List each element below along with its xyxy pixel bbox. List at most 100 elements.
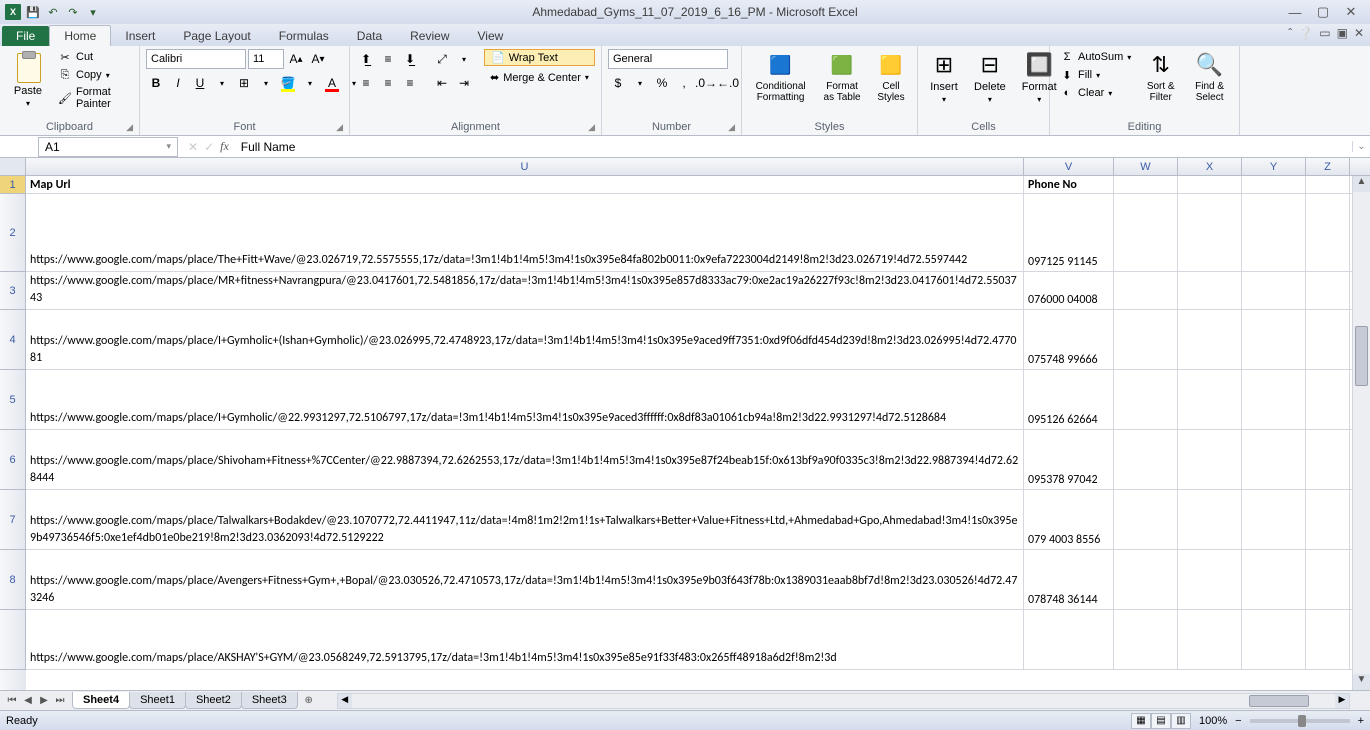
last-sheet-icon[interactable]: ⏭	[52, 693, 68, 709]
cancel-formula-icon[interactable]: ✕	[188, 140, 198, 154]
cell-Z1[interactable]	[1306, 176, 1350, 193]
fill-color-dropdown-icon[interactable]: ▾	[300, 73, 320, 93]
shrink-font-icon[interactable]: A▾	[308, 49, 328, 69]
horizontal-scrollbar[interactable]: ◀ ▶	[337, 693, 1350, 709]
cell-X4[interactable]	[1178, 310, 1242, 369]
cell-U[interactable]: https://www.google.com/maps/place/AKSHAY…	[26, 610, 1024, 669]
sheet-tab-sheet4[interactable]: Sheet4	[72, 692, 130, 709]
cell-V3[interactable]: 076000 04008	[1024, 272, 1114, 309]
cell-X7[interactable]	[1178, 490, 1242, 549]
cell-X2[interactable]	[1178, 194, 1242, 271]
cell-U2[interactable]: https://www.google.com/maps/place/The+Fi…	[26, 194, 1024, 271]
font-color-button[interactable]: A	[322, 73, 342, 93]
row-header-5[interactable]: 5	[0, 370, 26, 430]
currency-icon[interactable]: $	[608, 73, 628, 93]
tab-view[interactable]: View	[464, 26, 518, 46]
row-header-4[interactable]: 4	[0, 310, 26, 370]
merge-center-button[interactable]: ⬌Merge & Center ▾	[484, 70, 595, 85]
first-sheet-icon[interactable]: ⏮	[4, 693, 20, 709]
cell-W8[interactable]	[1114, 550, 1178, 609]
orientation-icon[interactable]: ⤢	[432, 49, 452, 69]
vscroll-thumb[interactable]	[1355, 326, 1368, 386]
delete-cells-button[interactable]: ⊟Delete▾	[968, 49, 1012, 106]
align-top-icon[interactable]: ⬆̲	[356, 49, 376, 69]
cell-Y2[interactable]	[1242, 194, 1306, 271]
help-icon[interactable]: ❔	[1298, 26, 1313, 40]
align-center-icon[interactable]: ≡	[378, 73, 398, 93]
underline-dropdown-icon[interactable]: ▾	[212, 73, 232, 93]
close-icon[interactable]: ✕	[1344, 5, 1358, 19]
zoom-in-icon[interactable]: +	[1358, 715, 1364, 727]
minimize-icon[interactable]: —	[1288, 5, 1302, 19]
cell-V4[interactable]: 075748 99666	[1024, 310, 1114, 369]
zoom-out-icon[interactable]: −	[1235, 715, 1241, 727]
cell-Y3[interactable]	[1242, 272, 1306, 309]
italic-button[interactable]: I	[168, 73, 188, 93]
cell-U4[interactable]: https://www.google.com/maps/place/I+Gymh…	[26, 310, 1024, 369]
cell-Z3[interactable]	[1306, 272, 1350, 309]
formula-input[interactable]	[235, 137, 1352, 157]
enter-formula-icon[interactable]: ✓	[204, 140, 214, 154]
cell-V[interactable]	[1024, 610, 1114, 669]
grow-font-icon[interactable]: A▴	[286, 49, 306, 69]
name-box-dropdown-icon[interactable]: ▾	[166, 141, 171, 152]
cell-Y4[interactable]	[1242, 310, 1306, 369]
cell-X6[interactable]	[1178, 430, 1242, 489]
cell-styles-button[interactable]: 🟨Cell Styles	[871, 49, 911, 105]
sheet-tab-sheet2[interactable]: Sheet2	[185, 692, 242, 709]
fill-button[interactable]: ⬇Fill ▾	[1056, 67, 1135, 83]
cell-W4[interactable]	[1114, 310, 1178, 369]
zoom-level[interactable]: 100%	[1199, 715, 1227, 727]
cell-W1[interactable]	[1114, 176, 1178, 193]
number-launcher-icon[interactable]: ◢	[728, 122, 735, 133]
increase-decimal-icon[interactable]: .0→	[696, 73, 716, 93]
save-icon[interactable]: 💾	[24, 3, 42, 21]
paste-button[interactable]: Paste ▾	[6, 49, 50, 110]
orientation-dropdown-icon[interactable]: ▾	[454, 49, 474, 69]
tab-data[interactable]: Data	[343, 26, 396, 46]
prev-sheet-icon[interactable]: ◀	[20, 693, 36, 709]
clipboard-launcher-icon[interactable]: ◢	[126, 122, 133, 133]
scroll-down-icon[interactable]: ▼	[1353, 674, 1370, 690]
cell-U3[interactable]: https://www.google.com/maps/place/MR+fit…	[26, 272, 1024, 309]
align-left-icon[interactable]: ≡	[356, 73, 376, 93]
cell-Z5[interactable]	[1306, 370, 1350, 429]
col-header-V[interactable]: V	[1024, 158, 1114, 175]
tab-home[interactable]: Home	[49, 25, 111, 46]
decrease-indent-icon[interactable]: ⇤	[432, 73, 452, 93]
cell-Y[interactable]	[1242, 610, 1306, 669]
cell-X[interactable]	[1178, 610, 1242, 669]
cell-Z7[interactable]	[1306, 490, 1350, 549]
cell-U7[interactable]: https://www.google.com/maps/place/Talwal…	[26, 490, 1024, 549]
currency-dropdown-icon[interactable]: ▾	[630, 73, 650, 93]
qat-dropdown-icon[interactable]: ▾	[84, 3, 102, 21]
cell-Y6[interactable]	[1242, 430, 1306, 489]
col-header-Z[interactable]: Z	[1306, 158, 1350, 175]
align-bottom-icon[interactable]: ⬇̲	[400, 49, 420, 69]
sheet-tab-sheet1[interactable]: Sheet1	[129, 692, 186, 709]
sort-filter-button[interactable]: ⇅Sort & Filter	[1139, 49, 1182, 105]
font-name-select[interactable]	[146, 49, 246, 69]
alignment-launcher-icon[interactable]: ◢	[588, 122, 595, 133]
percent-icon[interactable]: %	[652, 73, 672, 93]
col-header-U[interactable]: U	[26, 158, 1024, 175]
cell-V7[interactable]: 079 4003 8556	[1024, 490, 1114, 549]
comma-icon[interactable]: ,	[674, 73, 694, 93]
align-middle-icon[interactable]: ≡	[378, 49, 398, 69]
cell-U1[interactable]: Map Url	[26, 176, 1024, 193]
fill-color-button[interactable]: 🪣	[278, 73, 298, 93]
cell-W2[interactable]	[1114, 194, 1178, 271]
border-dropdown-icon[interactable]: ▾	[256, 73, 276, 93]
find-select-button[interactable]: 🔍Find & Select	[1186, 49, 1233, 105]
row-header-6[interactable]: 6	[0, 430, 26, 490]
undo-icon[interactable]: ↶	[44, 3, 62, 21]
row-header-1[interactable]: 1	[0, 176, 26, 194]
row-header-next[interactable]	[0, 610, 26, 670]
cell-Z2[interactable]	[1306, 194, 1350, 271]
font-launcher-icon[interactable]: ◢	[336, 122, 343, 133]
window-restore-icon[interactable]: ▣	[1337, 26, 1348, 40]
cell-Y1[interactable]	[1242, 176, 1306, 193]
new-sheet-icon[interactable]: ⊕	[301, 693, 317, 709]
next-sheet-icon[interactable]: ▶	[36, 693, 52, 709]
tab-page-layout[interactable]: Page Layout	[169, 26, 264, 46]
